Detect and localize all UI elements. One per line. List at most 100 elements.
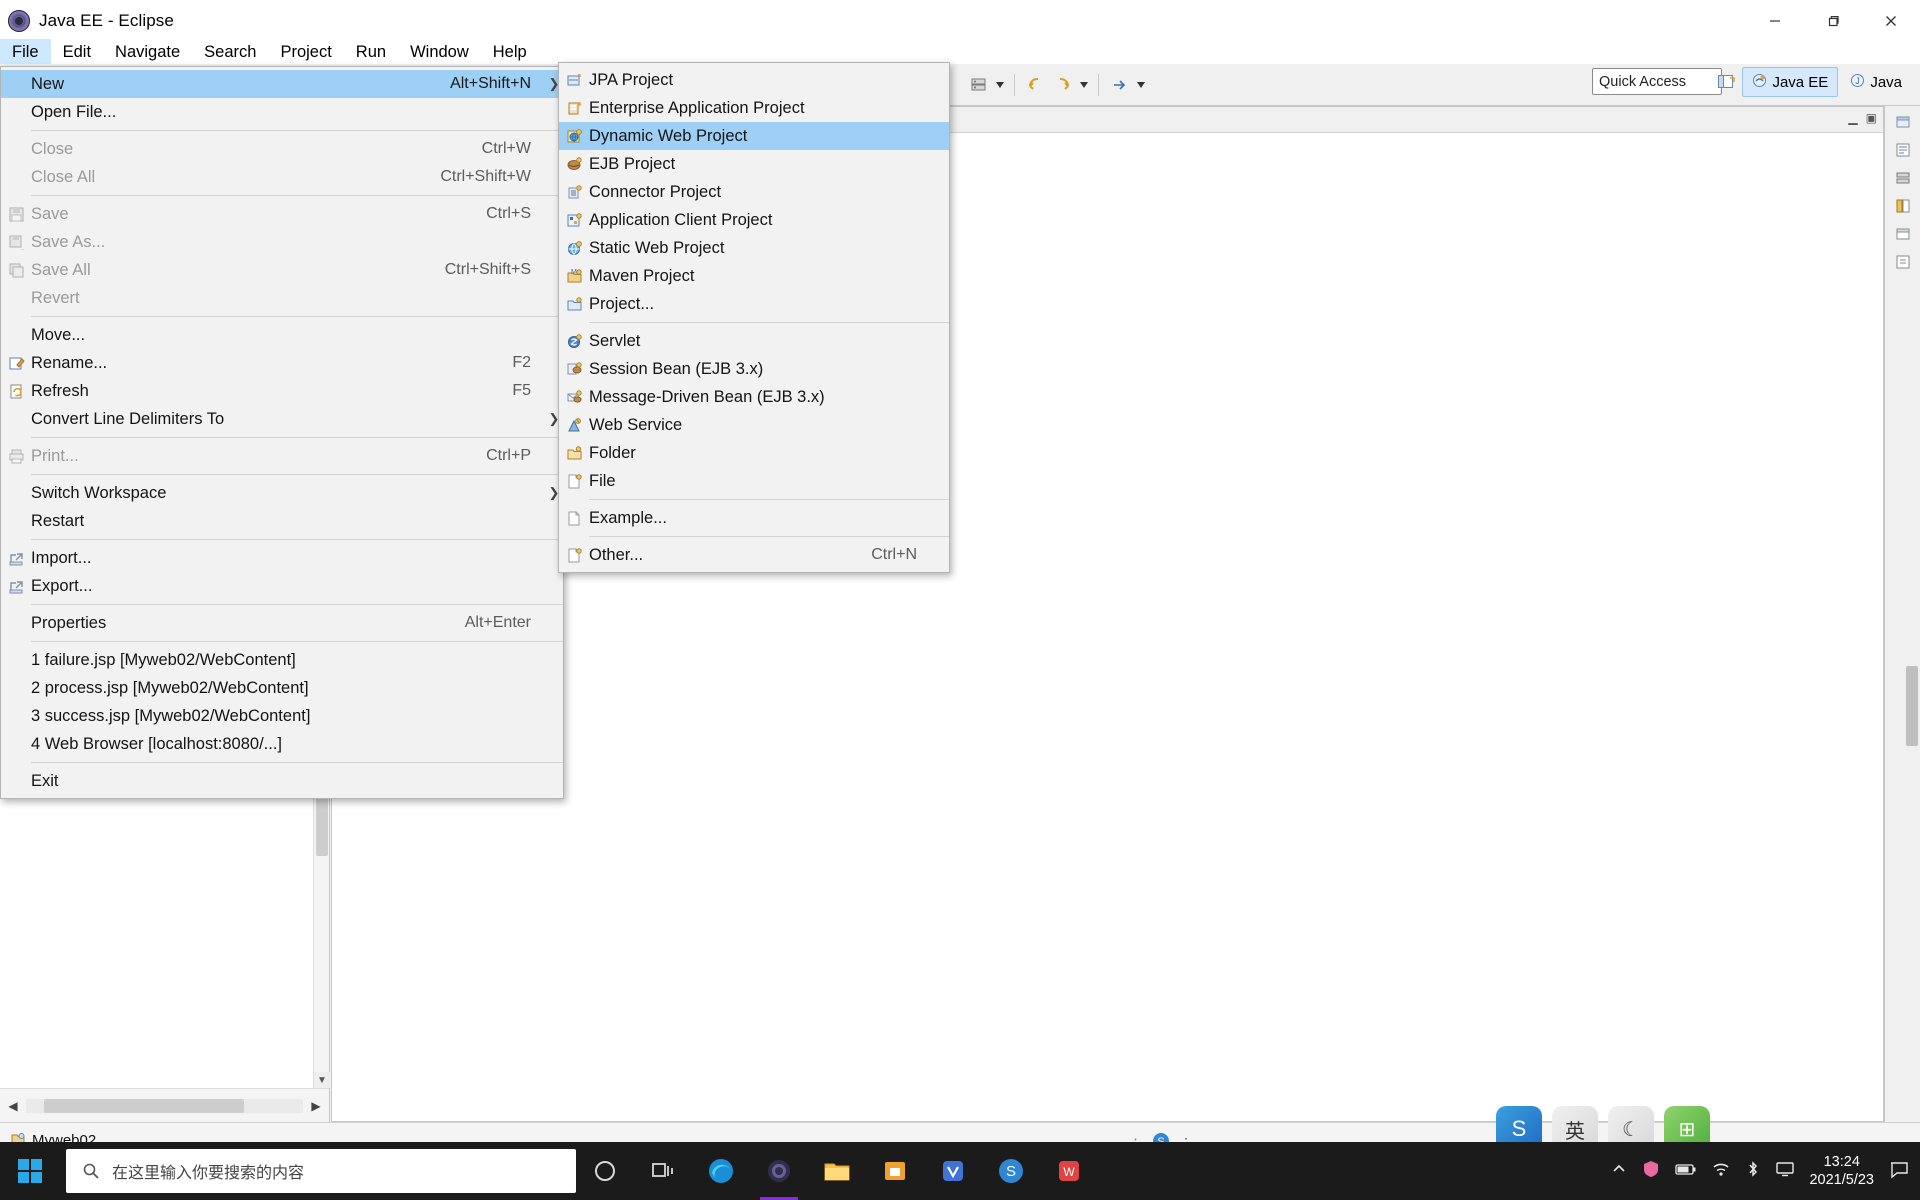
minimize-button[interactable]: [1746, 0, 1804, 42]
new-menu-item-folder[interactable]: Folder: [559, 439, 949, 467]
file-menu-item-rename[interactable]: Rename...F2: [1, 349, 563, 377]
file-menu-item-switch-workspace[interactable]: Switch Workspace❯: [1, 479, 563, 507]
file-explorer-icon[interactable]: [808, 1142, 866, 1200]
notification-icon[interactable]: [1888, 1159, 1910, 1184]
file-menu-item-convert-line-delimiters-to[interactable]: Convert Line Delimiters To❯: [1, 405, 563, 433]
menubar-item-search[interactable]: Search: [192, 39, 268, 66]
properties-view-icon[interactable]: [1890, 222, 1916, 246]
server-dropdown-caret[interactable]: [993, 73, 1006, 97]
new-menu-item-application-client-project[interactable]: Application Client Project: [559, 206, 949, 234]
file-menu-item-export[interactable]: Export...: [1, 572, 563, 600]
open-perspective-icon[interactable]: [1712, 68, 1740, 96]
menubar-item-edit[interactable]: Edit: [51, 39, 103, 66]
forward-icon[interactable]: [1050, 73, 1074, 97]
security-icon[interactable]: [1641, 1159, 1661, 1184]
new-menu-item-dynamic-web-project[interactable]: Dynamic Web Project: [559, 122, 949, 150]
editor-edge-scroll-thumb[interactable]: [1906, 666, 1918, 746]
menubar-item-window[interactable]: Window: [398, 39, 481, 66]
sogou-taskbar-icon[interactable]: S: [982, 1142, 1040, 1200]
outline-view-icon[interactable]: [1890, 138, 1916, 162]
maximize-view-icon[interactable]: ▣: [1866, 111, 1877, 125]
file-menu-item-move[interactable]: Move...: [1, 321, 563, 349]
next-annotation-icon[interactable]: [1107, 73, 1131, 97]
servers-view-icon[interactable]: [1890, 166, 1916, 190]
start-button[interactable]: [0, 1142, 60, 1200]
back-icon[interactable]: [1023, 73, 1047, 97]
next-dropdown-caret[interactable]: [1134, 73, 1147, 97]
file-menu-item-2-process-jsp-myweb02-webcontent[interactable]: 2 process.jsp [Myweb02/WebContent]: [1, 674, 563, 702]
chevron-down-icon[interactable]: ▼: [314, 1072, 330, 1088]
jpa-project-icon: [559, 72, 589, 89]
tree-horizontal-track[interactable]: [26, 1099, 303, 1113]
cortana-icon[interactable]: [576, 1142, 634, 1200]
maximize-button[interactable]: [1804, 0, 1862, 42]
store-icon[interactable]: [866, 1142, 924, 1200]
new-menu-item-jpa-project[interactable]: JPA Project: [559, 66, 949, 94]
snippets-view-icon[interactable]: [1890, 250, 1916, 274]
menu-bar: File Edit Navigate Search Project Run Wi…: [0, 37, 1920, 67]
new-menu-item-connector-project[interactable]: Connector Project: [559, 178, 949, 206]
minimize-view-icon[interactable]: ▁: [1848, 111, 1857, 125]
new-menu-item-session-bean-ejb-3-x[interactable]: Session Bean (EJB 3.x): [559, 355, 949, 383]
task-view-icon[interactable]: [634, 1142, 692, 1200]
taskbar-search-input[interactable]: 在这里输入你要搜索的内容: [66, 1149, 576, 1193]
new-menu-item-file[interactable]: File: [559, 467, 949, 495]
menu-item-label: Save: [31, 205, 486, 224]
file-menu-item-1-failure-jsp-myweb02-webcontent[interactable]: 1 failure.jsp [Myweb02/WebContent]: [1, 646, 563, 674]
palette-view-icon[interactable]: [1890, 194, 1916, 218]
perspective-tab-java[interactable]: J Java: [1840, 67, 1912, 97]
edge-icon[interactable]: [692, 1142, 750, 1200]
history-dropdown-caret[interactable]: [1077, 73, 1090, 97]
chevron-left-icon[interactable]: ◀: [0, 1093, 26, 1119]
clock-date: 2021/5/23: [1809, 1171, 1874, 1189]
menubar-item-run[interactable]: Run: [344, 39, 398, 66]
menubar-item-project[interactable]: Project: [268, 39, 343, 66]
vip-icon[interactable]: [924, 1142, 982, 1200]
svg-text:J: J: [1856, 76, 1861, 86]
file-menu-item-open-file[interactable]: Open File...: [1, 98, 563, 126]
file-menu-item-4-web-browser-localhost-8080[interactable]: 4 Web Browser [localhost:8080/...]: [1, 730, 563, 758]
restore-view-icon[interactable]: [1890, 110, 1916, 134]
file-menu-item-properties[interactable]: PropertiesAlt+Enter: [1, 609, 563, 637]
perspective-tab-javaee[interactable]: Java EE: [1742, 67, 1838, 97]
new-menu-item-message-driven-bean-ejb-3-x[interactable]: Message-Driven Bean (EJB 3.x): [559, 383, 949, 411]
battery-icon[interactable]: [1675, 1161, 1697, 1182]
chevron-right-icon[interactable]: ▶: [303, 1093, 329, 1119]
quick-access-input[interactable]: Quick Access: [1592, 68, 1722, 95]
file-menu-item-import[interactable]: Import...: [1, 544, 563, 572]
menubar-item-file[interactable]: File: [0, 39, 51, 66]
new-menu-item-project[interactable]: Project...: [559, 290, 949, 318]
new-menu-item-other[interactable]: Other...Ctrl+N: [559, 541, 949, 569]
new-menu-item-ejb-project[interactable]: EJB Project: [559, 150, 949, 178]
chevron-up-icon[interactable]: [1611, 1161, 1627, 1182]
new-menu-item-web-service[interactable]: Web Service: [559, 411, 949, 439]
tree-vertical-scroll-thumb[interactable]: [316, 796, 328, 856]
new-menu-item-static-web-project[interactable]: Static Web Project: [559, 234, 949, 262]
network-icon[interactable]: [1711, 1160, 1731, 1183]
server-icon[interactable]: [966, 73, 990, 97]
new-menu-item-enterprise-application-project[interactable]: Enterprise Application Project: [559, 94, 949, 122]
file-menu-item-refresh[interactable]: RefreshF5: [1, 377, 563, 405]
menu-item-label: 3 success.jsp [Myweb02/WebContent]: [31, 707, 531, 726]
file-menu-popup[interactable]: NewAlt+Shift+N❯Open File...CloseCtrl+WCl…: [0, 66, 564, 799]
display-icon[interactable]: [1775, 1160, 1795, 1183]
wps-icon[interactable]: W: [1040, 1142, 1098, 1200]
file-menu-item-new[interactable]: NewAlt+Shift+N❯: [1, 70, 563, 98]
tree-horizontal-scrollbar[interactable]: ◀ ▶: [0, 1088, 329, 1122]
eclipse-taskbar-icon[interactable]: [750, 1142, 808, 1200]
svg-text:M: M: [571, 269, 577, 276]
new-submenu-popup[interactable]: JPA Project Enterprise Application Projec…: [558, 62, 950, 573]
close-button[interactable]: [1862, 0, 1920, 42]
menubar-item-help[interactable]: Help: [481, 39, 539, 66]
new-menu-item-maven-project[interactable]: MMaven Project: [559, 262, 949, 290]
new-menu-item-servlet[interactable]: Servlet: [559, 327, 949, 355]
new-menu-item-example[interactable]: Example...: [559, 504, 949, 532]
file-menu-item-restart[interactable]: Restart: [1, 507, 563, 535]
taskbar-clock[interactable]: 13:24 2021/5/23: [1809, 1153, 1874, 1189]
file-menu-item-3-success-jsp-myweb02-webcontent[interactable]: 3 success.jsp [Myweb02/WebContent]: [1, 702, 563, 730]
tree-horizontal-scroll-thumb[interactable]: [44, 1099, 244, 1113]
bluetooth-icon[interactable]: [1745, 1160, 1761, 1183]
file-menu-item-exit[interactable]: Exit: [1, 767, 563, 795]
menubar-item-navigate[interactable]: Navigate: [103, 39, 192, 66]
menu-item-label: JPA Project: [589, 71, 917, 90]
